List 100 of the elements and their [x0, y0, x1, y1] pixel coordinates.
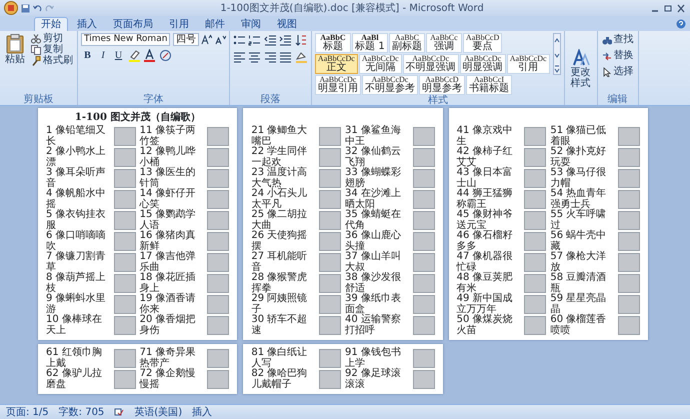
undo-icon[interactable] [33, 4, 42, 12]
rhyme-line: 3 像耳朵听声音 [46, 168, 107, 188]
rhyme-line: 45 像财神爷送元宝 [456, 210, 514, 230]
rhyme-line: 10 像棒球在天上 [46, 315, 103, 336]
style-gallery-item[interactable]: AaBbCcDc 正文 [314, 54, 358, 74]
picture-placeholder [412, 349, 435, 368]
style-gallery-item[interactable]: AaBl 标题 1 [352, 33, 388, 53]
picture-placeholder [114, 190, 136, 209]
picture-placeholder [207, 253, 230, 272]
grow-font-icon[interactable] [201, 34, 212, 45]
bullet-list-icon[interactable] [232, 34, 246, 46]
paste-button[interactable]: 粘贴 [3, 33, 27, 66]
change-styles-button[interactable]: 更改样式 [568, 48, 594, 90]
font-size-field[interactable]: 四号 [172, 33, 199, 46]
office-button-icon[interactable] [4, 1, 18, 15]
picture-placeholder [412, 370, 435, 389]
rhyme-line: 40 运输警察打招呼 [345, 315, 402, 336]
style-gallery-item[interactable]: AaBbCcDc 明显强调 [460, 54, 506, 74]
style-gallery-item[interactable]: AaBbCcI 书籍标题 [466, 75, 512, 95]
style-gallery-item[interactable]: AaBbCcDc 明显引用 [314, 75, 361, 95]
rhyme-line: 49 新中国成立万万年 [456, 294, 514, 314]
window-title: 1-100图文并茂(自编歌).doc [兼容模式] - Microsoft Word [219, 2, 485, 14]
clear-format-icon[interactable] [158, 49, 172, 62]
format-button[interactable]: U [112, 49, 125, 62]
proofing-icon[interactable] [114, 407, 124, 417]
clipboard-button[interactable]: 格式刷 [30, 55, 74, 66]
picture-placeholder [412, 316, 435, 335]
paintbrush-icon [31, 56, 41, 66]
style-gallery-item[interactable]: AaBbCcDc 引用 [506, 54, 550, 74]
rhyme-line: 17 像吉他弹乐曲 [140, 252, 197, 272]
picture-placeholder [319, 295, 341, 314]
justify-icon[interactable] [279, 50, 292, 64]
ribbon-tab[interactable]: 页面布局 [106, 17, 160, 31]
shading-icon[interactable] [294, 50, 308, 64]
picture-placeholder [524, 127, 546, 146]
increase-indent-icon[interactable] [279, 34, 292, 46]
style-preview: AaBbCcD [425, 76, 459, 84]
font-name-field[interactable]: Times New Roman [81, 33, 170, 46]
ribbon-tab[interactable]: 审阅 [234, 17, 268, 31]
rhyme-line: 24 小石头儿太平凡 [251, 189, 308, 210]
picture-placeholder [207, 295, 230, 314]
style-gallery-item[interactable]: AaBbCcDc 不明显强调 [402, 54, 459, 74]
decrease-indent-icon[interactable] [264, 34, 277, 46]
style-gallery-item[interactable]: AaBbCcDc 不明显参考 [362, 75, 418, 95]
editing-button[interactable]: 选择 [600, 65, 635, 78]
ribbon-tab[interactable]: 开始 [34, 17, 68, 31]
picture-placeholder [618, 148, 640, 167]
style-gallery-item[interactable]: AaBbCcD 明显参考 [418, 75, 465, 95]
style-gallery-item[interactable]: AaBbC 副标题 [388, 33, 425, 53]
rhyme-line: 21 像鲫鱼大嘴巴 [251, 126, 308, 146]
ribbon-tab[interactable]: 视图 [270, 17, 304, 31]
maximize-icon[interactable] [663, 4, 673, 12]
sort-icon[interactable] [294, 34, 308, 46]
rhyme-line: 14 像虾仔开心笑 [140, 189, 197, 210]
rhyme-line: 11 像筷子两竹签 [140, 126, 197, 146]
ribbon-tab[interactable]: 插入 [70, 17, 104, 31]
rhyme-line: 43 像日本富士山 [456, 168, 514, 188]
align-center-icon[interactable] [248, 50, 262, 64]
picture-placeholder [114, 127, 136, 146]
picture-placeholder [319, 253, 341, 272]
style-gallery-item[interactable]: AaBbCcD 要点 [462, 33, 502, 53]
ribbon-tab[interactable]: 邮件 [198, 17, 232, 31]
style-gallery-item[interactable]: AaBbC 标题 [314, 33, 351, 53]
font-color-icon[interactable] [143, 49, 156, 62]
picture-placeholder [207, 274, 230, 293]
picture-placeholder [207, 211, 230, 230]
save-icon[interactable] [21, 4, 30, 12]
picture-placeholder [412, 232, 435, 251]
clipboard-button[interactable]: 复制 [30, 44, 74, 55]
format-button[interactable]: B [81, 49, 94, 62]
help-icon[interactable] [676, 19, 686, 29]
style-gallery-item[interactable]: AaBbCc 强调 [426, 33, 462, 53]
clipboard-button[interactable]: 剪切 [30, 33, 74, 44]
ribbon-tab[interactable]: 引用 [162, 17, 196, 31]
picture-placeholder [412, 274, 435, 293]
format-button[interactable]: I [96, 49, 110, 62]
highlighter-icon[interactable] [128, 49, 140, 62]
shrink-font-icon[interactable] [214, 34, 226, 45]
status-text[interactable]: 英语(美国) [134, 406, 182, 418]
numbered-list-icon[interactable] [248, 34, 262, 46]
style-name: 明显引用 [318, 84, 358, 94]
picture-placeholder [207, 148, 230, 167]
style-gallery-item[interactable]: AaBbCcDc 无间隔 [358, 54, 402, 74]
rhyme-line: 38 像沙发很舒适 [345, 273, 402, 294]
editing-button[interactable]: 替换 [600, 49, 635, 62]
gallery-scroll-icon[interactable] [552, 33, 561, 75]
align-left-icon[interactable] [232, 50, 246, 64]
rhyme-line: 33 像蝴蝶彩翅膀 [345, 168, 402, 188]
picture-placeholder [207, 349, 230, 368]
editing-button[interactable]: 查找 [600, 33, 635, 46]
status-text[interactable]: 插入 [192, 406, 212, 418]
close-icon[interactable] [676, 4, 686, 12]
rhyme-line: 55 火车呼啸过 [550, 210, 608, 230]
rhyme-line: 57 像枪大洋放 [550, 252, 608, 272]
align-right-icon[interactable] [264, 50, 277, 64]
group-label: 字体 [142, 94, 164, 105]
picture-placeholder [319, 169, 341, 188]
style-name: 正文 [325, 63, 348, 73]
scissors-icon [31, 34, 41, 44]
rhyme-line: 9 像蝌蚪水里游 [46, 294, 107, 314]
